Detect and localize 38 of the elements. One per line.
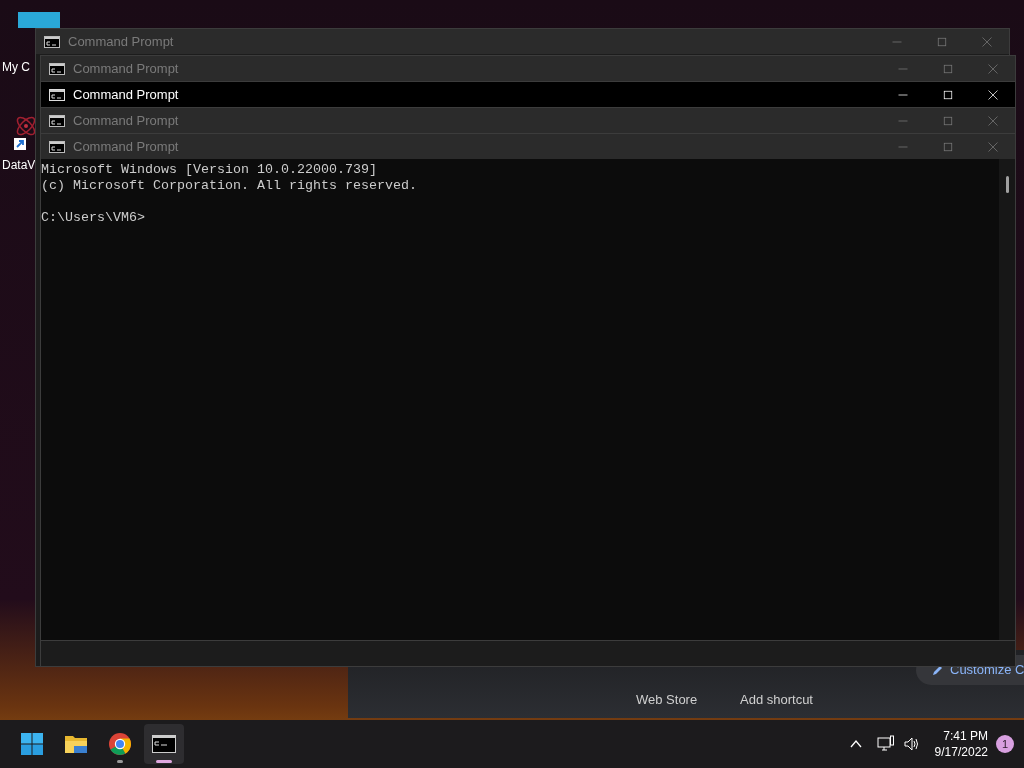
console-icon: [44, 35, 60, 48]
window-title: Command Prompt: [73, 137, 180, 156]
desktop-icon-label[interactable]: DataV: [2, 156, 36, 174]
maximize-icon: [935, 35, 948, 48]
window-title: Command Prompt: [73, 111, 180, 130]
taskbar-app-button[interactable]: [144, 724, 184, 764]
close-icon: [986, 140, 999, 153]
console-text: Microsoft Windows [Version 10.0.22000.739]: [41, 162, 378, 178]
console-icon: [152, 732, 176, 756]
maximize-icon: [941, 62, 954, 75]
browser-logo-icon: [108, 732, 132, 756]
console-icon: [49, 62, 65, 75]
console-icon: [49, 114, 65, 127]
console-icon: [49, 88, 65, 101]
windows-logo-icon: [20, 732, 44, 756]
maximize-icon: [941, 88, 954, 101]
scrollbar[interactable]: [999, 159, 1015, 640]
shortcut-tile-label[interactable]: Web Store: [636, 690, 698, 710]
network-icon[interactable]: [876, 735, 895, 753]
close-icon: [986, 88, 999, 101]
volume-icon[interactable]: [902, 735, 921, 753]
pencil-icon: [932, 664, 944, 676]
maximize-icon: [941, 114, 954, 127]
window-title: Command Prompt: [73, 59, 180, 78]
clock[interactable]: 7:41 PM 9/17/2022: [934, 728, 988, 760]
console-icon: [49, 140, 65, 153]
shortcut-tile-label[interactable]: Add shortcut: [740, 690, 813, 710]
close-icon: [986, 62, 999, 75]
window-title: Command Prompt: [73, 85, 180, 104]
console-prompt[interactable]: C:\Users\VM6>: [41, 210, 145, 226]
title-bar[interactable]: Command Prompt: [41, 82, 1015, 107]
notification-badge[interactable]: 1: [996, 735, 1014, 753]
close-icon: [986, 114, 999, 127]
window-title: Command Prompt: [68, 32, 175, 51]
desktop-icon-label[interactable]: My C: [2, 58, 30, 76]
close-icon: [980, 35, 993, 48]
console-text: (c) Microsoft Corporation. All rights reserved.: [41, 178, 418, 194]
maximize-icon: [941, 140, 954, 153]
